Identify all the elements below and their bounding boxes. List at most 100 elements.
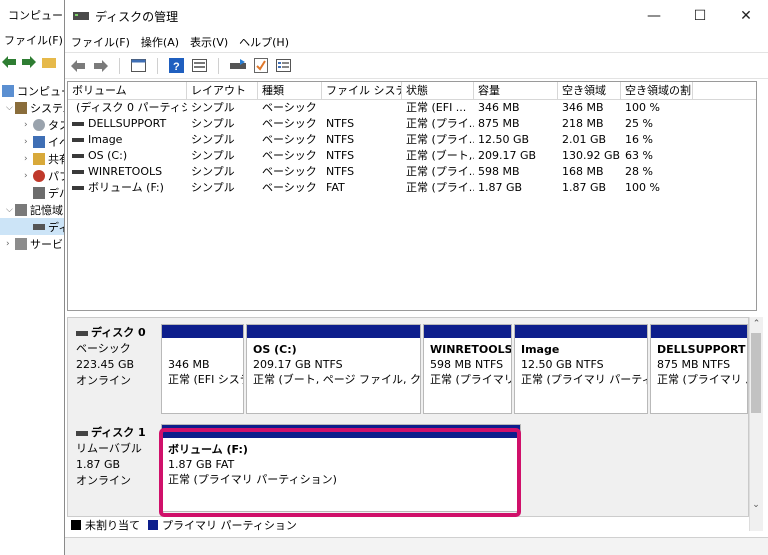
- help-icon[interactable]: ?: [168, 57, 185, 74]
- maximize-button[interactable]: ☐: [677, 0, 723, 32]
- disk-management-icon: [73, 12, 89, 20]
- volume-icon: [72, 138, 84, 142]
- scrollbar-thumb[interactable]: [751, 333, 761, 413]
- chevron-right-icon[interactable]: ›: [24, 120, 33, 130]
- partition-efi[interactable]: 346 MB 正常 (EFI システム パーティション): [161, 324, 244, 414]
- back-window-toolbar: [0, 50, 70, 74]
- column-header-layout[interactable]: レイアウト: [187, 82, 258, 100]
- tree-item-performance[interactable]: › パフォーマンス: [0, 167, 70, 184]
- properties-icon[interactable]: [191, 57, 208, 74]
- disk-1-label[interactable]: ディスク 1 リムーバブル 1.87 GB オンライン: [68, 418, 159, 517]
- svg-text:?: ?: [173, 61, 180, 73]
- titlebar[interactable]: ディスクの管理 — ☐ ✕: [65, 0, 768, 32]
- connect-drive-icon[interactable]: [229, 57, 246, 74]
- console-tree-icon[interactable]: [130, 57, 147, 74]
- toolbar-separator: [218, 57, 219, 74]
- volume-type: ベーシック: [262, 133, 317, 146]
- primary-partition-bar: [162, 325, 243, 338]
- volume-capacity: 346 MB: [478, 101, 520, 114]
- partition-size: 875 MB NTFS: [657, 358, 731, 371]
- volume-status: 正常 (プライ...: [406, 181, 474, 194]
- disk-size: 1.87 GB: [76, 458, 121, 471]
- back-window-menubar: ファイル(F): [0, 30, 70, 50]
- volume-layout: シンプル: [191, 133, 235, 146]
- volume-name: OS (C:): [88, 149, 128, 162]
- minimize-button[interactable]: —: [631, 0, 677, 32]
- volume-file-system: NTFS: [326, 117, 355, 130]
- tree-item-disk-management[interactable]: ディスクの管理: [0, 218, 70, 235]
- partition-dellsupport[interactable]: DELLSUPPORT 875 MB NTFS 正常 (プライマリ パーティショ…: [650, 324, 748, 414]
- folder-up-icon[interactable]: [42, 56, 56, 68]
- scroll-down-icon[interactable]: ⌄: [749, 500, 763, 514]
- partition-status: 正常 (プライマリ パーティション): [657, 373, 747, 386]
- chevron-down-icon[interactable]: ⌵: [6, 205, 15, 215]
- column-header-file-system[interactable]: ファイル システム: [322, 82, 402, 100]
- menu-help[interactable]: ヘルプ(H): [239, 34, 289, 50]
- disk-type: リムーバブル: [76, 442, 142, 455]
- tree-item-computer-management[interactable]: コンピュータの管理: [0, 82, 70, 99]
- volume-icon: [72, 122, 84, 126]
- table-row[interactable]: Image シンプル ベーシック NTFS 正常 (プライ... 12.50 G…: [68, 132, 756, 148]
- table-row[interactable]: ボリューム (F:) シンプル ベーシック FAT 正常 (プライ... 1.8…: [68, 180, 756, 196]
- column-header-volume[interactable]: ボリューム: [68, 82, 187, 100]
- table-row[interactable]: (ディスク 0 パーティション 1) シンプル ベーシック 正常 (EFI ..…: [68, 100, 756, 116]
- menu-file[interactable]: ファイル(F): [71, 34, 130, 50]
- column-header-type[interactable]: 種類: [258, 82, 322, 100]
- column-header-percent-free[interactable]: 空き領域の割...: [621, 82, 693, 100]
- table-row[interactable]: OS (C:) シンプル ベーシック NTFS 正常 (ブート,... 209.…: [68, 148, 756, 164]
- partition-status: 正常 (プライマリ パーティション): [521, 373, 647, 386]
- tree-item-event-viewer[interactable]: › イベント ビューアー: [0, 133, 70, 150]
- disk-type: ベーシック: [76, 342, 131, 355]
- back-window-titlebar[interactable]: コンピュータの管理: [0, 0, 70, 30]
- volume-percent-free: 63 %: [625, 149, 653, 162]
- partition-name: DELLSUPPORT: [657, 343, 746, 356]
- tree-item-system-tools[interactable]: ⌵ システム ツール: [0, 99, 70, 116]
- chevron-right-icon[interactable]: ›: [24, 154, 33, 164]
- column-header-free-space[interactable]: 空き領域: [558, 82, 621, 100]
- column-header-status[interactable]: 状態: [402, 82, 474, 100]
- chevron-right-icon[interactable]: ›: [24, 137, 33, 147]
- volume-percent-free: 100 %: [625, 181, 660, 194]
- services-icon: [15, 237, 27, 250]
- scroll-up-icon[interactable]: ⌃: [750, 317, 763, 331]
- table-row[interactable]: WINRETOOLS シンプル ベーシック NTFS 正常 (プライ... 59…: [68, 164, 756, 180]
- tree-item-task-scheduler[interactable]: › タスク スケジューラ: [0, 116, 70, 133]
- navigation-tree: コンピュータの管理 ⌵ システム ツール › タスク スケジューラ › イベント…: [0, 82, 70, 252]
- forward-arrow-icon[interactable]: [22, 56, 36, 68]
- chevron-right-icon[interactable]: ›: [24, 171, 33, 181]
- computer-icon: [2, 84, 14, 97]
- partition-image[interactable]: Image 12.50 GB NTFS 正常 (プライマリ パーティション): [514, 324, 648, 414]
- partition-winretools[interactable]: WINRETOOLS 598 MB NTFS 正常 (プライマリ パーティション…: [423, 324, 512, 414]
- table-row[interactable]: DELLSUPPORT シンプル ベーシック NTFS 正常 (プライ... 8…: [68, 116, 756, 132]
- device-manager-icon: [33, 186, 45, 199]
- volume-rows: (ディスク 0 パーティション 1) シンプル ベーシック 正常 (EFI ..…: [68, 100, 756, 196]
- close-button[interactable]: ✕: [723, 0, 768, 32]
- tree-item-shared-folders[interactable]: › 共有フォルダー: [0, 150, 70, 167]
- checklist-icon[interactable]: [252, 57, 269, 74]
- volume-file-system: FAT: [326, 181, 345, 194]
- menu-view[interactable]: 表示(V): [190, 34, 228, 50]
- storage-icon: [15, 203, 27, 216]
- tree-item-storage[interactable]: ⌵ 記憶域: [0, 201, 70, 218]
- back-arrow-icon[interactable]: [69, 57, 86, 74]
- volume-capacity: 598 MB: [478, 165, 520, 178]
- disk-drive-icon: [33, 223, 45, 230]
- list-view-icon[interactable]: [275, 57, 292, 74]
- primary-partition-bar: [424, 325, 511, 338]
- volume-status: 正常 (プライ...: [406, 133, 474, 146]
- disk-0-label[interactable]: ディスク 0 ベーシック 223.45 GB オンライン: [68, 318, 159, 417]
- menu-action[interactable]: 操作(A): [141, 34, 179, 50]
- volume-icon: [72, 186, 84, 190]
- back-arrow-icon[interactable]: [2, 56, 16, 68]
- partition-os-c[interactable]: OS (C:) 209.17 GB NTFS 正常 (ブート, ページ ファイル…: [246, 324, 421, 414]
- chevron-down-icon[interactable]: ⌵: [6, 103, 15, 113]
- column-header-capacity[interactable]: 容量: [474, 82, 558, 100]
- forward-arrow-icon[interactable]: [92, 57, 109, 74]
- tree-item-services-and-applications[interactable]: › サービスとアプリケーション: [0, 235, 70, 252]
- volume-type: ベーシック: [262, 101, 317, 114]
- shared-folder-icon: [33, 152, 45, 165]
- partition-size: 12.50 GB NTFS: [521, 358, 604, 371]
- back-menu-file[interactable]: ファイル(F): [4, 32, 63, 48]
- tree-item-device-manager[interactable]: デバイス マネージャー: [0, 184, 70, 201]
- chevron-right-icon[interactable]: ›: [6, 239, 15, 249]
